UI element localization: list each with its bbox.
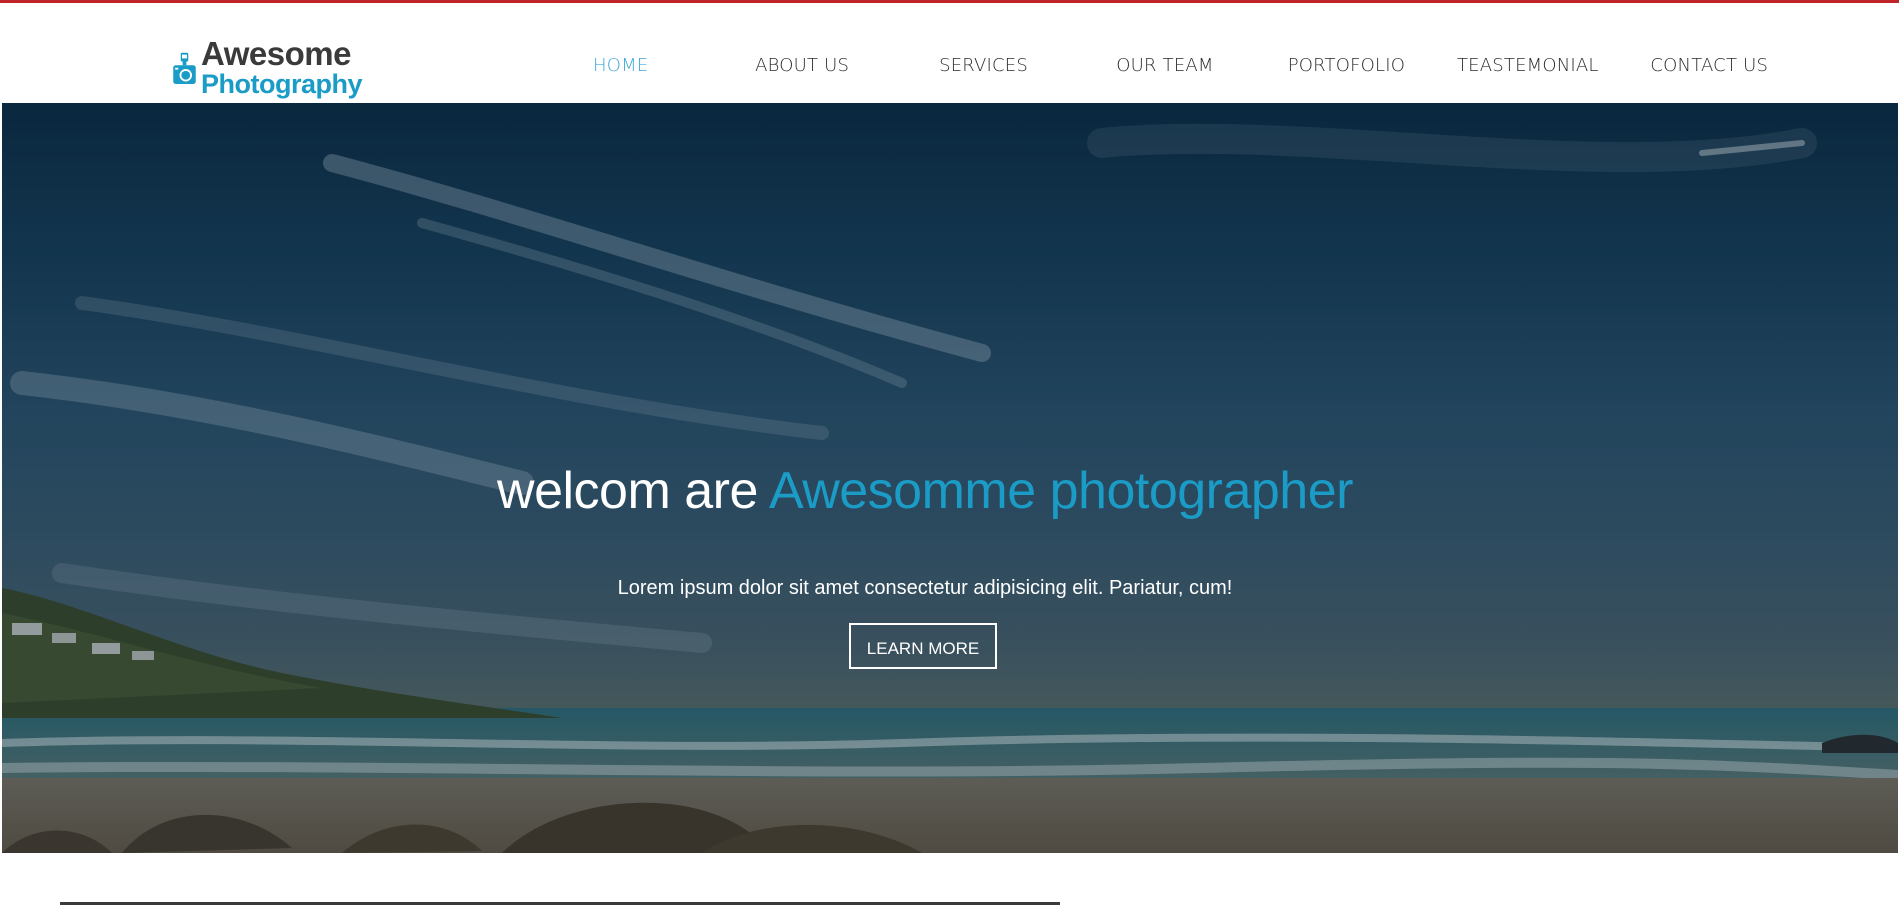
nav-item-about-us[interactable]: ABOUT US	[711, 55, 892, 85]
nav-item-contact-us[interactable]: CONTACT US	[1619, 55, 1800, 85]
hero-title: welcom are Awesomme photographer	[2, 461, 1848, 521]
site-header: Awesome Photography HOME ABOUT US SERVIC…	[0, 3, 1899, 103]
nav-item-testimonial[interactable]: TEASTEMONIAL	[1437, 55, 1618, 85]
nav-item-our-team[interactable]: OUR TEAM	[1074, 55, 1255, 85]
hero-subtitle: Lorem ipsum dolor sit amet consectetur a…	[617, 577, 1233, 599]
nav-item-services[interactable]: SERVICES	[893, 55, 1074, 85]
main-nav: HOME ABOUT US SERVICES OUR TEAM PORTOFOL…	[530, 55, 1800, 85]
next-section	[0, 853, 1899, 905]
hero-title-text: welcom are	[497, 462, 758, 520]
learn-more-button[interactable]: LEARN MORE	[849, 623, 997, 669]
brand-name-line2: Photography	[201, 69, 363, 99]
brand-logo[interactable]: Awesome Photography	[172, 35, 363, 101]
hero-banner: welcom are Awesomme photographer Lorem i…	[2, 103, 1898, 853]
nav-item-portfolio[interactable]: PORTOFOLIO	[1256, 55, 1437, 85]
camera-icon	[173, 52, 196, 84]
brand-name-line1: Awesome	[201, 35, 351, 72]
nav-item-home[interactable]: HOME	[530, 55, 711, 85]
brand-name: Awesome Photography	[201, 35, 363, 99]
hero-title-accent: Awesomme photographer	[768, 462, 1354, 520]
